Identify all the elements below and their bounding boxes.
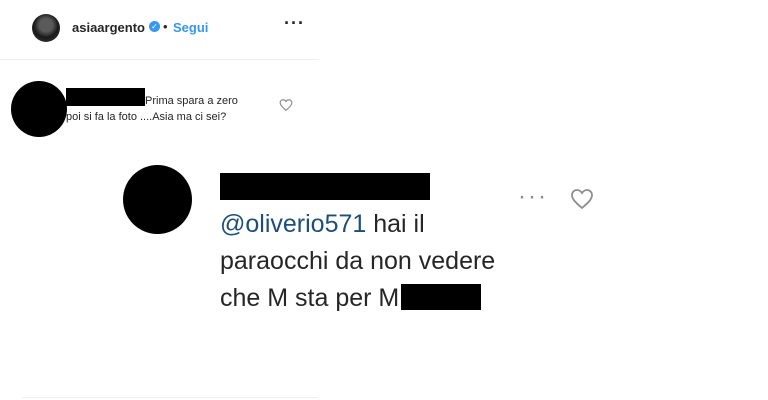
redacted-username: [220, 173, 430, 200]
reply-line-2: paraocchi da non vedere: [220, 247, 496, 275]
more-options-icon[interactable]: ···: [518, 183, 548, 211]
redacted-text: [401, 284, 482, 310]
comment-text: Prima spara a zero poi si fa la foto ...…: [66, 93, 276, 125]
divider: [22, 397, 318, 398]
comment-line-1: Prima spara a zero: [145, 95, 238, 107]
mention-link[interactable]: @oliverio571: [220, 210, 366, 238]
like-heart-icon[interactable]: [570, 187, 594, 211]
separator-dot: •: [163, 19, 168, 34]
follow-button[interactable]: Segui: [173, 20, 208, 35]
verified-badge-icon: ✓: [149, 21, 160, 32]
more-options-icon[interactable]: ···: [284, 13, 305, 34]
comment-line-2: poi si fa la foto ....Asia ma ci sei?: [66, 111, 227, 123]
username[interactable]: asiaargento: [72, 20, 145, 35]
reply-text: @oliverio571 hai il paraocchi da non ved…: [220, 206, 550, 317]
post-header: asiaargento ✓ • Segui ···: [0, 0, 320, 58]
redacted-avatar: [11, 81, 67, 137]
divider: [0, 59, 318, 60]
reply-line-1: hai il: [366, 210, 425, 238]
like-heart-icon[interactable]: [279, 98, 293, 112]
redacted-avatar: [123, 165, 192, 234]
reply-line-3: che M sta per M: [220, 284, 400, 312]
avatar[interactable]: [32, 14, 60, 42]
